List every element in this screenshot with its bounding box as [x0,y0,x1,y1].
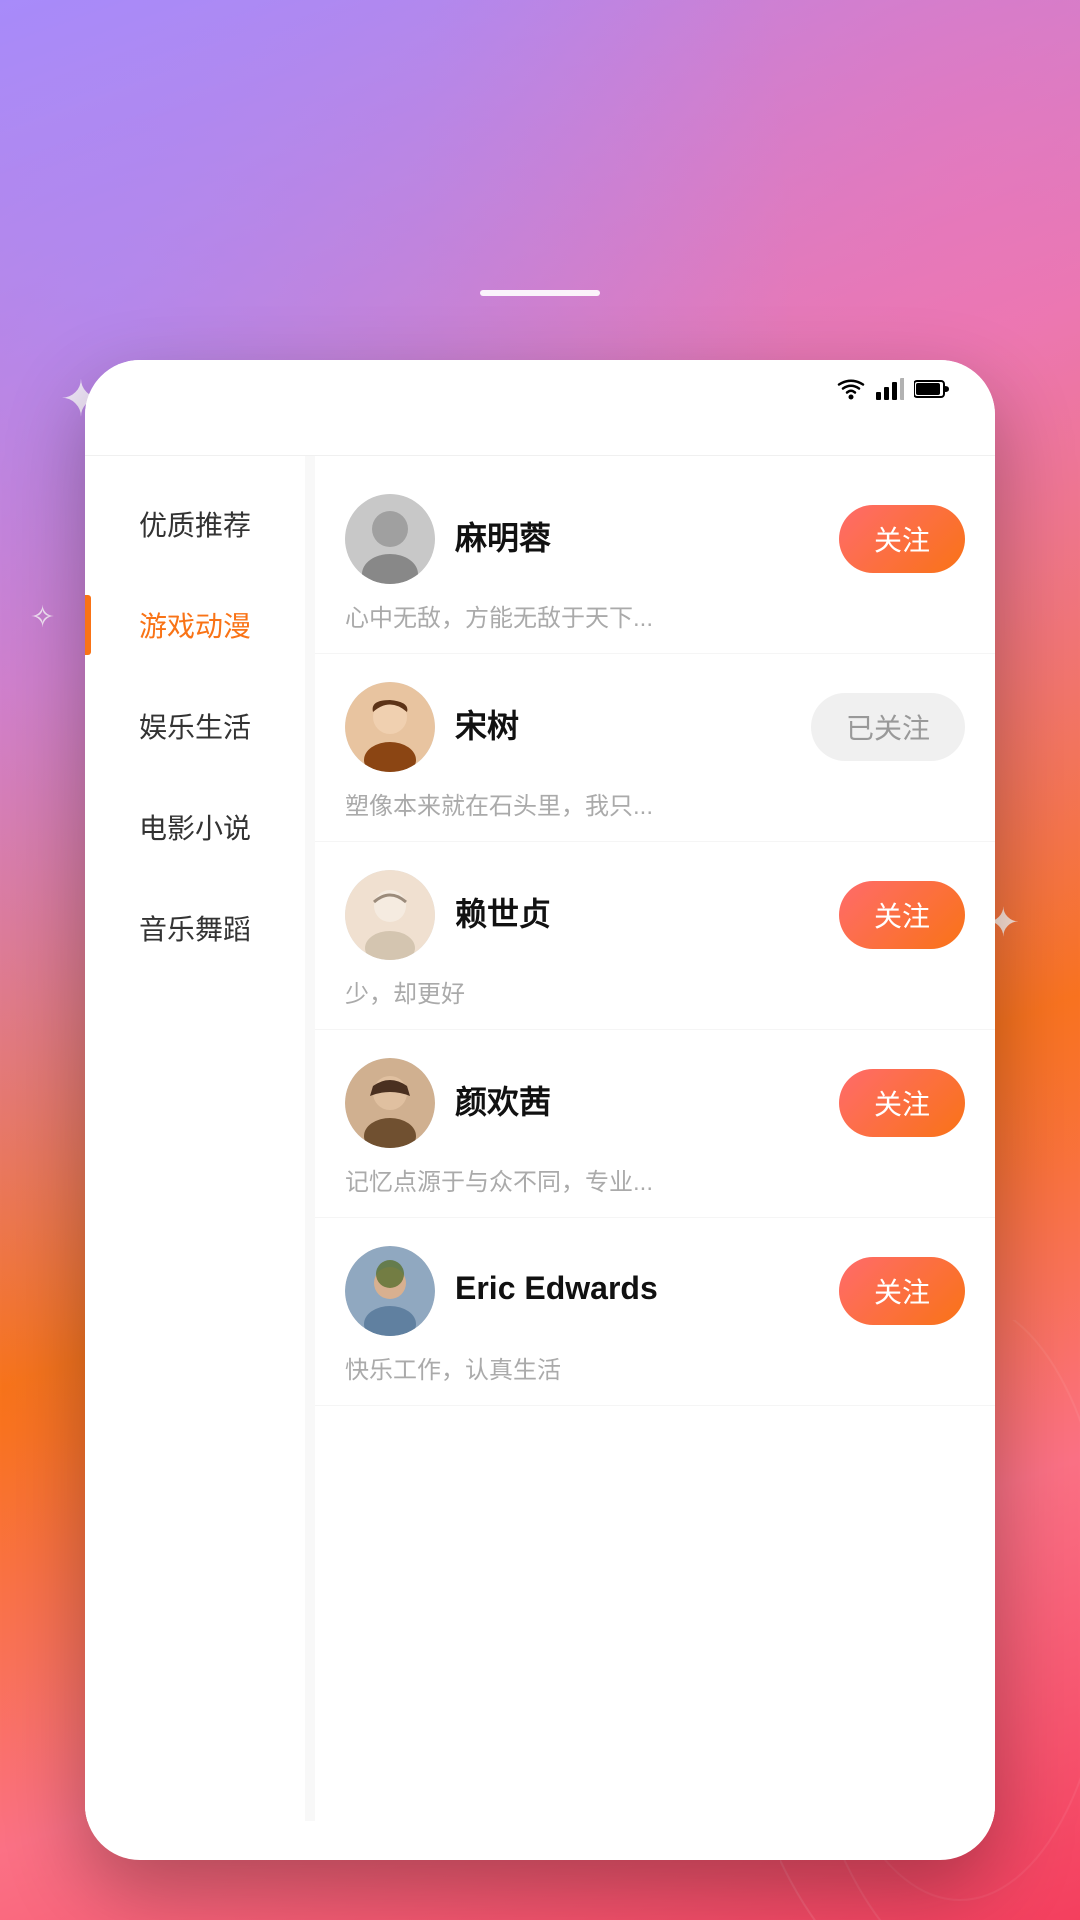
user-info-user1: 麻明蓉 [455,513,819,565]
user-card-user1: 麻明蓉 关注 心中无敌，方能无敌于天下... [315,466,995,654]
user-info-user3: 赖世贞 [455,889,819,941]
user-list[interactable]: 麻明蓉 关注 心中无敌，方能无敌于天下... 宋树 已关注 塑像本来就在石头里，… [315,456,995,1821]
wifi-icon [836,378,866,405]
user-info-user5: Eric Edwards [455,1270,819,1313]
follow-btn-user3[interactable]: 关注 [839,881,965,949]
user-name-user3: 赖世贞 [455,889,819,935]
sidebar-item-music_dance[interactable]: 音乐舞蹈 [85,880,305,976]
user-desc-user5: 快乐工作，认真生活 [345,1350,965,1385]
status-bar [85,360,995,415]
follow-btn-user4[interactable]: 关注 [839,1069,965,1137]
avatar-user3 [345,870,435,960]
main-title-container [0,80,1080,98]
user-desc-user3: 少，却更好 [345,974,965,1009]
user-name-user1: 麻明蓉 [455,513,819,559]
sidebar-item-game_anime[interactable]: 游戏动漫 [85,577,305,673]
user-card-user5: Eric Edwards 关注 快乐工作，认真生活 [315,1218,995,1406]
user-card-user2: 宋树 已关注 塑像本来就在石头里，我只... [315,654,995,842]
signal-icon [876,378,904,405]
sidebar-item-movie_novel[interactable]: 电影小说 [85,779,305,875]
user-card-user3: 赖世贞 关注 少，却更好 [315,842,995,1030]
user-desc-user4: 记忆点源于与众不同，专业... [345,1162,965,1197]
user-info-user2: 宋树 [455,701,791,753]
status-icons [836,378,960,405]
user-name-user5: Eric Edwards [455,1270,819,1307]
user-name-user2: 宋树 [455,701,791,747]
user-info-user4: 颜欢茜 [455,1077,819,1129]
avatar-user4 [345,1058,435,1148]
user-name-user4: 颜欢茜 [455,1077,819,1123]
avatar-user1 [345,494,435,584]
sidebar-item-quality[interactable]: 优质推荐 [85,476,305,572]
phone-mockup: 优质推荐游戏动漫娱乐生活电影小说音乐舞蹈 麻明蓉 关注 心中无敌，方能无敌于天下… [85,360,995,1860]
app-header [85,415,995,456]
avatar-user5 [345,1246,435,1336]
sparkle-3: ✧ [30,600,55,635]
sidebar: 优质推荐游戏动漫娱乐生活电影小说音乐舞蹈 [85,456,305,1821]
follow-btn-user2[interactable]: 已关注 [811,693,965,761]
battery-icon [914,379,950,404]
title-divider [480,290,600,296]
follow-btn-user5[interactable]: 关注 [839,1257,965,1325]
user-desc-user2: 塑像本来就在石头里，我只... [345,786,965,821]
sidebar-item-entertainment[interactable]: 娱乐生活 [85,678,305,774]
avatar-user2 [345,682,435,772]
user-desc-user1: 心中无敌，方能无敌于天下... [345,598,965,633]
user-card-user4: 颜欢茜 关注 记忆点源于与众不同，专业... [315,1030,995,1218]
follow-btn-user1[interactable]: 关注 [839,505,965,573]
content-area: 优质推荐游戏动漫娱乐生活电影小说音乐舞蹈 麻明蓉 关注 心中无敌，方能无敌于天下… [85,456,995,1821]
